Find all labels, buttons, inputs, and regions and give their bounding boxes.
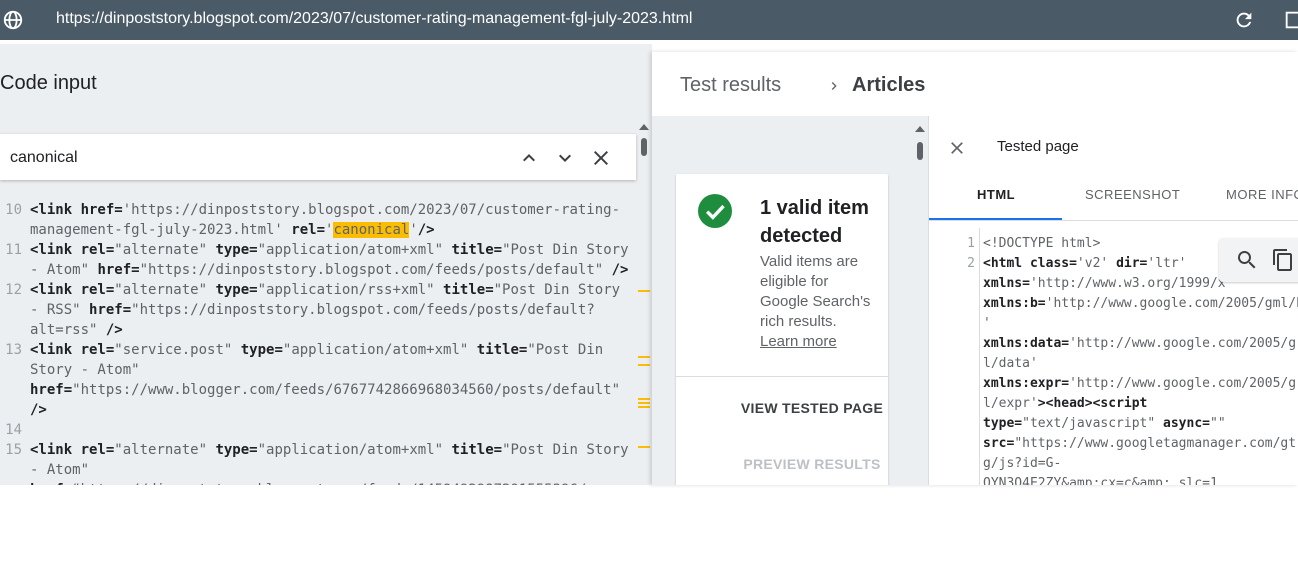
view-tested-page-button[interactable]: VIEW TESTED PAGE: [738, 398, 886, 418]
search-icon[interactable]: [1235, 248, 1259, 272]
tested-page-panel: Tested page HTML SCREENSHOT MORE INFO 1 <…: [928, 116, 1298, 485]
tested-page-tabs: HTML SCREENSHOT MORE INFO: [929, 172, 1298, 221]
code-line: 13 <link rel="service.post" type="applica…: [5, 342, 604, 358]
code-input-panel: Code input 8<meta content='blogger' name…: [0, 44, 652, 485]
breadcrumb-root[interactable]: Test results: [680, 74, 781, 96]
find-input[interactable]: [8, 144, 492, 172]
active-tab-indicator: [929, 218, 1062, 220]
results-summary-column: 1 valid item detected Valid items are el…: [652, 116, 928, 485]
code-line: href="https://dinpoststory.blogspot.com/…: [0, 460, 628, 485]
match-marker: [638, 364, 650, 366]
code-line: 14: [5, 422, 22, 438]
close-icon[interactable]: [947, 138, 967, 158]
valid-items-title: 1 valid item detected: [760, 197, 869, 247]
code-line: 10 <link href='https://dinpoststory.blogs…: [5, 202, 621, 218]
tab-more-info[interactable]: MORE INFO: [1226, 187, 1298, 202]
tab-html[interactable]: HTML: [977, 187, 1015, 202]
preview-results-button[interactable]: PREVIEW RESULTS: [738, 454, 886, 474]
chevron-right-icon: [831, 82, 837, 90]
test-results-panel: Test results Articles 1 valid item detec…: [652, 52, 1298, 485]
learn-more-link[interactable]: Learn more: [760, 332, 878, 352]
match-marker: [638, 356, 650, 358]
code-line: - Atom" href="https://dinpoststory.blogs…: [30, 262, 629, 278]
breadcrumb-current: Articles: [852, 74, 926, 96]
code-line: - RSS" href="https://dinpoststory.blogsp…: [30, 302, 595, 318]
mid-scrollbar[interactable]: [914, 122, 926, 182]
code-input-title: Code input: [0, 72, 97, 94]
reload-icon[interactable]: [1233, 9, 1255, 31]
match-marker: [638, 290, 650, 292]
code-line: Story - Atom": [30, 362, 140, 378]
copy-icon[interactable]: [1271, 248, 1295, 272]
code-line: 15 <link rel="alternate" type="applicatio…: [5, 442, 629, 458]
match-marker: [638, 446, 650, 448]
code-scrollbar[interactable]: [636, 118, 652, 485]
code-line: href="https://www.blogger.com/feeds/6767…: [30, 382, 621, 398]
find-bar: [0, 134, 636, 180]
valid-items-description: Valid items are eligible for Google Sear…: [760, 252, 878, 352]
tested-page-title: Tested page: [997, 138, 1079, 155]
card-divider: [676, 376, 888, 377]
breadcrumb: Test results Articles: [680, 74, 925, 97]
tab-switch-icon[interactable]: [1283, 9, 1298, 31]
url-text[interactable]: https://dinpoststory.blogspot.com/2023/0…: [56, 10, 692, 28]
code-line: 12 <link rel="alternate" type="applicatio…: [5, 282, 621, 298]
search-match-highlight: canonical: [333, 222, 410, 238]
chevron-up-icon[interactable]: [517, 146, 541, 170]
check-circle-icon: [698, 194, 732, 228]
scroll-up-arrow-icon[interactable]: [639, 124, 649, 130]
code-line: />: [30, 402, 47, 418]
tab-screenshot[interactable]: SCREENSHOT: [1085, 187, 1180, 202]
chevron-down-icon[interactable]: [553, 146, 577, 170]
code-line: - Atom": [30, 462, 90, 478]
code-line: management-fgl-july-2023.html' rel='cano…: [30, 222, 435, 238]
browser-url-bar: https://dinpoststory.blogspot.com/2023/0…: [0, 0, 1298, 40]
close-icon[interactable]: [589, 146, 613, 170]
code-line: 11 <link rel="alternate" type="applicatio…: [5, 242, 629, 258]
valid-items-card: 1 valid item detected Valid items are el…: [676, 174, 888, 485]
match-marker: [638, 402, 650, 404]
globe-icon: [3, 10, 23, 30]
match-marker: [638, 406, 650, 408]
code-line: alt=rss" />: [30, 322, 123, 338]
match-marker: [638, 398, 650, 400]
scroll-thumb[interactable]: [641, 138, 647, 156]
code-tools: [1219, 238, 1298, 282]
